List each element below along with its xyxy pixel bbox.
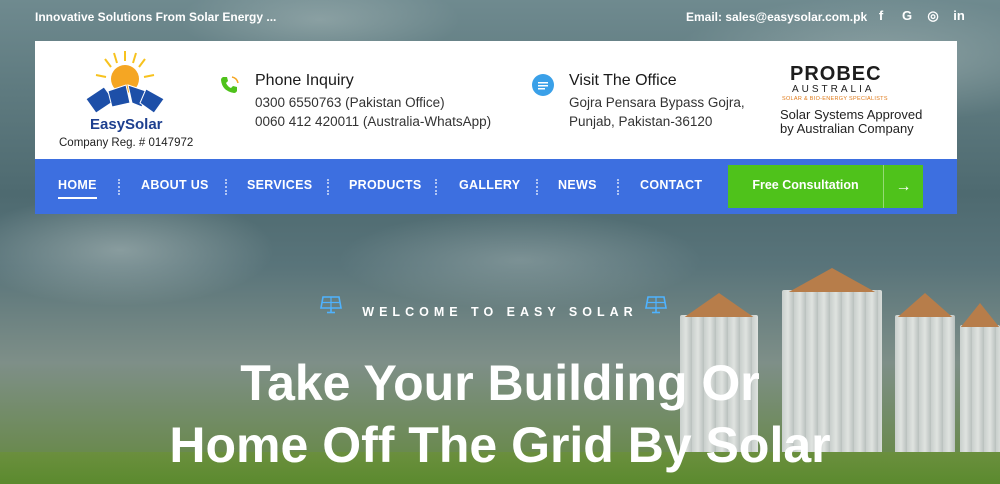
probec-description-line2: by Australian Company	[780, 121, 914, 136]
social-links: f G ◎ in	[868, 8, 972, 24]
linkedin-icon[interactable]: in	[946, 8, 972, 24]
solar-panel-icon	[85, 84, 165, 114]
hero-kicker: WELCOME TO EASY SOLAR	[362, 305, 638, 319]
nav-separator	[617, 179, 619, 195]
svg-text:Solar: Solar	[125, 116, 163, 133]
arrow-right-icon: →	[883, 165, 923, 208]
nav-separator	[327, 179, 329, 195]
office-address-line2: Punjab, Pakistan-36120	[569, 114, 713, 129]
free-consultation-button[interactable]: Free Consultation →	[728, 165, 923, 208]
hero-title-line2: Home Off The Grid By Solar	[169, 417, 831, 473]
nav-item-home[interactable]: HOME	[58, 178, 97, 199]
office-address-line1: Gojra Pensara Bypass Gojra,	[569, 95, 745, 110]
nav-separator	[225, 179, 227, 195]
main-navigation: HOME ABOUT US SERVICES PRODUCTS GALLERY …	[35, 159, 957, 214]
phone-inquiry-title: Phone Inquiry	[255, 72, 354, 89]
probec-name: PROBEC	[790, 63, 882, 85]
header-card: Easy Solar Company Reg. # 0147972 Phone …	[35, 41, 957, 159]
nav-item-services[interactable]: SERVICES	[247, 178, 312, 192]
company-registration: Company Reg. # 0147972	[59, 137, 194, 149]
probec-partner-logo[interactable]: PROBEC AUSTRALIA SOLAR & BIO-ENERGY SPEC…	[780, 63, 940, 136]
top-bar: Innovative Solutions From Solar Energy .…	[0, 0, 1000, 34]
nav-separator	[435, 179, 437, 195]
office-title: Visit The Office	[569, 72, 677, 89]
probec-description-line1: Solar Systems Approved	[780, 107, 923, 122]
google-icon[interactable]: G	[894, 8, 920, 24]
solar-panel-icon	[645, 296, 667, 314]
svg-text:Easy: Easy	[90, 116, 126, 133]
hero-title: Take Your Building Or Home Off The Grid …	[0, 352, 1000, 476]
chat-bubble-icon	[532, 74, 554, 96]
phone-icon	[218, 74, 240, 96]
probec-tagline: SOLAR & BIO-ENERGY SPECIALISTS	[782, 96, 888, 102]
hero-title-line1: Take Your Building Or	[240, 355, 760, 411]
nav-separator	[536, 179, 538, 195]
free-consultation-label: Free Consultation	[752, 178, 859, 192]
nav-item-gallery[interactable]: GALLERY	[459, 178, 520, 192]
probec-country: AUSTRALIA	[792, 84, 875, 95]
facebook-icon[interactable]: f	[868, 8, 894, 24]
site-tagline: Innovative Solutions From Solar Energy .…	[35, 10, 277, 24]
phone-pakistan[interactable]: 0300 6550763 (Pakistan Office)	[255, 95, 445, 110]
instagram-icon[interactable]: ◎	[920, 8, 946, 24]
nav-item-contact[interactable]: CONTACT	[640, 178, 702, 192]
nav-item-about-us[interactable]: ABOUT US	[141, 178, 209, 192]
nav-separator	[118, 179, 120, 195]
nav-item-news[interactable]: NEWS	[558, 178, 597, 192]
nav-item-products[interactable]: PRODUCTS	[349, 178, 422, 192]
easy-solar-logo[interactable]: Easy Solar	[80, 47, 170, 137]
phone-australia[interactable]: 0060 412 420011 (Australia-WhatsApp)	[255, 114, 491, 129]
contact-email-link[interactable]: Email: sales@easysolar.com.pk	[686, 10, 867, 24]
